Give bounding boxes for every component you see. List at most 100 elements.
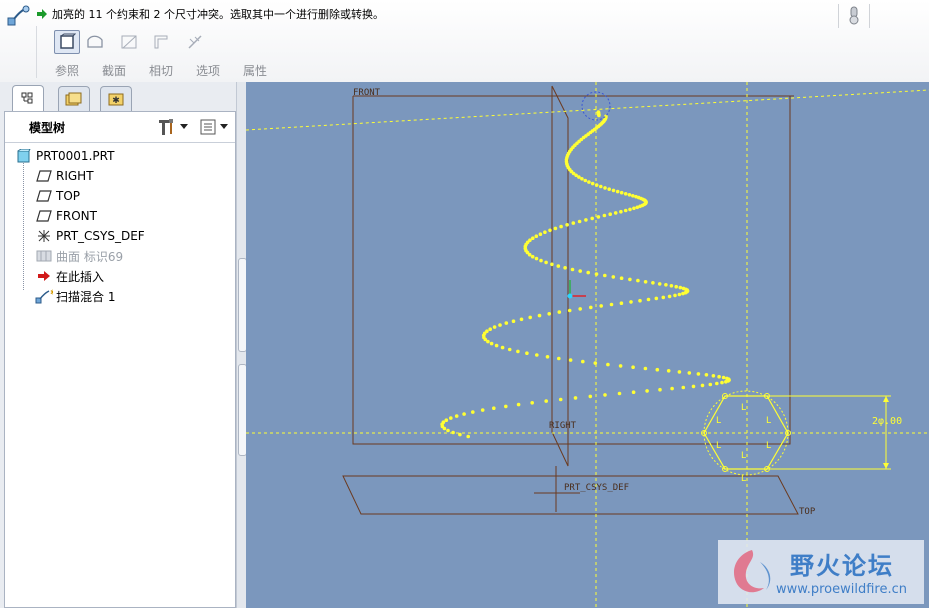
sweep-blend-icon: ✱ [35,288,53,304]
blend-section-hexagon[interactable]: L L L L L L L [701,390,791,484]
trajectory-point [527,252,532,257]
trajectory-point [643,366,648,371]
tools-icon [159,119,173,135]
constraint-label: L [741,451,746,461]
constraint-label: L [766,441,771,451]
tab-tangency[interactable]: 相切 [149,62,173,79]
watermark-url: www.proewildfire.cn [776,582,907,597]
trajectory-point [721,375,726,380]
sweep-blend-icon [7,5,30,26]
front-datum-plane[interactable]: FRONT [352,88,794,445]
spiral-trajectory[interactable] [440,110,731,439]
trajectory-point [645,389,649,393]
trajectory-point [504,404,508,409]
tab-options[interactable]: 选项 [196,62,220,79]
trajectory-point [565,223,569,227]
trajectory-point [530,401,534,405]
cut-button[interactable] [116,30,142,54]
csys-marker[interactable]: PRT_CSYS_DEF [534,466,629,512]
trajectory-point [603,393,607,397]
tab-properties[interactable]: 属性 [243,62,267,79]
trajectory-point [534,256,539,261]
trajectory-point [704,373,709,377]
dashboard-divider [838,4,839,28]
constraint-label: L [716,416,721,426]
trajectory-point [589,305,593,310]
trajectory-point [627,193,632,197]
tree-item-label: 在此插入 [56,269,105,284]
trajectory-point [687,371,692,375]
trajectory-point [539,258,543,263]
trajectory-point [681,291,685,296]
trajectory-point [525,351,529,356]
viewport-canvas[interactable]: FRONT RIGHT TOP PRT_CSYS_DEF L L L L L L… [246,82,929,608]
trajectory-point [673,293,677,298]
right-label: RIGHT [549,421,577,431]
tree-item-front[interactable]: FRONT [15,206,233,226]
trajectory-point [715,381,719,386]
tree-show-button[interactable] [199,118,233,136]
trajectory-point [492,325,497,329]
trajectory-point [480,408,485,412]
tab-folder-browser[interactable] [58,86,90,111]
right-datum-plane[interactable]: RIGHT [549,85,577,467]
trajectory-point [638,298,642,303]
model-tree-icon [21,92,33,104]
tree-item-part[interactable]: PRT0001.PRT [15,146,233,166]
thicken-button[interactable] [148,30,174,54]
favorites-icon: ✱ [108,93,124,106]
slash-icon [188,35,202,49]
trajectory-point [547,312,551,316]
trajectory-point [603,186,607,190]
trajectory-point [587,180,591,184]
trajectory-point [511,319,516,323]
front-label: FRONT [353,88,381,98]
trajectory-point [466,434,470,439]
trajectory-point [629,300,633,304]
trajectory-point [583,178,588,183]
graphics-window[interactable]: FRONT RIGHT TOP PRT_CSYS_DEF L L L L L L… [246,82,929,608]
trajectory-point [619,209,623,214]
trajectory-point [657,282,662,286]
trajectory-point [677,292,682,297]
tree-item-top[interactable]: TOP [15,186,233,206]
slash-button[interactable] [182,30,208,54]
chevron-down-icon [220,124,228,129]
trajectory-point [442,426,447,431]
trajectory-point [619,301,624,305]
tree-item-label: PRT_CSYS_DEF [56,229,145,243]
trajectory-point [623,192,628,196]
tab-references[interactable]: 参照 [55,62,79,79]
trajectory-point [557,356,561,361]
pause-icon[interactable] [848,6,860,26]
trajectory-point [711,374,716,378]
trajectory-point [545,355,550,359]
flame-logo-icon [733,550,771,593]
surface-button[interactable] [82,30,108,54]
tab-sections[interactable]: 截面 [102,62,126,79]
tree-item-insert-here[interactable]: 在此插入 [15,266,233,286]
tab-favorites[interactable]: ✱ [100,86,132,111]
trajectory-point [666,369,671,373]
tree-item-surface[interactable]: 曲面 标识69 [15,246,233,266]
trajectory-point [618,364,623,368]
dimension-value[interactable]: 2φ.00 [872,416,902,427]
tree-item-label: FRONT [56,209,97,223]
trajectory-point [519,317,524,322]
trajectory-point [669,284,674,288]
trajectory-point [593,361,598,365]
solid-button[interactable] [54,30,80,54]
tree-settings-button[interactable] [157,118,191,136]
trajectory-point [486,339,490,344]
trajectory-point [609,302,614,307]
trajectory-point [558,397,563,402]
trajectory-point [504,321,509,325]
surface-icon [87,35,103,48]
tree-item-csys[interactable]: PRT_CSYS_DEF [15,226,233,246]
trajectory-point [661,295,666,300]
tree-item-right[interactable]: RIGHT [15,166,233,186]
tab-model-tree[interactable] [12,85,44,112]
trajectory-point [471,410,475,414]
tree-item-sweep-blend[interactable]: ✱ 扫描混合 1 [15,286,233,306]
tree-item-label: 扫描混合 1 [56,289,116,304]
